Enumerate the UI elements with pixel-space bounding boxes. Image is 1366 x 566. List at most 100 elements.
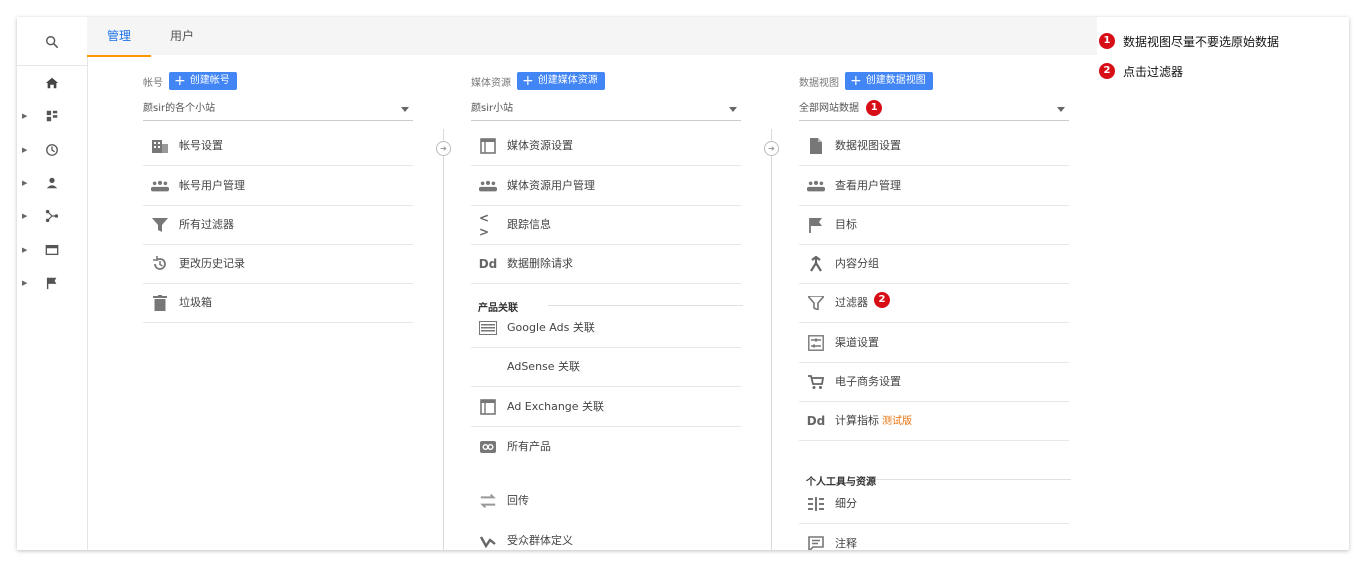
menu-item-content-grouping[interactable]: 内容分组 bbox=[799, 244, 1069, 284]
link-icon bbox=[479, 439, 497, 455]
share-icon[interactable]: ▶ bbox=[17, 202, 87, 230]
comment-icon bbox=[807, 536, 825, 550]
menu-item-channel-settings[interactable]: 渠道设置 bbox=[799, 323, 1069, 363]
menu-item-label: 媒体资源用户管理 bbox=[507, 179, 595, 192]
menu-item-label: 数据删除请求 bbox=[507, 257, 573, 270]
channel-icon bbox=[807, 335, 825, 351]
view-selector[interactable]: 全部网站数据 1 bbox=[799, 98, 1069, 121]
document-icon bbox=[807, 138, 825, 154]
flag-icon[interactable]: ▶ bbox=[17, 269, 87, 297]
note-text: 点击过滤器 bbox=[1123, 64, 1184, 79]
ads-icon bbox=[479, 320, 497, 336]
note-1: 1 数据视图尽量不要选原始数据 bbox=[1099, 26, 1279, 56]
menu-item-adsense-link[interactable]: AdSense 关联 bbox=[471, 347, 741, 387]
menu-item-calculated-metrics[interactable]: Dd 计算指标 测试版 bbox=[799, 401, 1069, 441]
property-header-label: 媒体资源 bbox=[471, 77, 511, 89]
audience-icon bbox=[479, 533, 497, 549]
calculated-metrics-label: 计算指标 bbox=[835, 414, 879, 427]
users-icon bbox=[151, 178, 169, 194]
menu-item-label: 所有过滤器 bbox=[179, 218, 234, 231]
dd-icon: Dd bbox=[478, 257, 498, 271]
menu-item-annotations[interactable]: 注释 bbox=[799, 524, 1069, 550]
menu-item-label: 回传 bbox=[507, 494, 529, 507]
create-account-button[interactable]: + 创建帐号 bbox=[169, 72, 237, 90]
menu-item-view-users[interactable]: 查看用户管理 bbox=[799, 166, 1069, 206]
menu-item-account-settings[interactable]: 帐号设置 bbox=[143, 126, 413, 166]
account-selector[interactable]: 颜sir的各个小站 bbox=[143, 98, 413, 121]
menu-item-segments[interactable]: 细分 bbox=[799, 484, 1069, 524]
view-header: 数据视图 + 创建数据视图 bbox=[799, 72, 933, 90]
menu-item-label: 内容分组 bbox=[835, 257, 879, 270]
menu-item-data-deletion[interactable]: Dd 数据删除请求 bbox=[471, 244, 741, 284]
cart-icon bbox=[807, 374, 825, 390]
menu-item-postback[interactable]: 回传 bbox=[471, 481, 741, 520]
property-selected: 颜sir小站 bbox=[471, 103, 514, 114]
property-column: 媒体资源 + 创建媒体资源 颜sir小站 媒体资源设置 媒体资源用户管理 < > … bbox=[471, 55, 743, 550]
create-account-label: 创建帐号 bbox=[189, 75, 230, 86]
menu-item-label: 目标 bbox=[835, 218, 857, 231]
plus-icon: + bbox=[174, 73, 186, 89]
segment-icon bbox=[807, 496, 825, 512]
dashboard-icon[interactable]: ▶ bbox=[17, 102, 87, 130]
menu-item-filters[interactable]: 过滤器 2 bbox=[799, 283, 1069, 323]
menu-item-label: 计算指标 测试版 bbox=[835, 401, 912, 441]
menu-item-change-history[interactable]: 更改历史记录 bbox=[143, 244, 413, 284]
menu-item-account-users[interactable]: 帐号用户管理 bbox=[143, 166, 413, 206]
property-header: 媒体资源 + 创建媒体资源 bbox=[471, 72, 605, 90]
menu-item-label: 帐号用户管理 bbox=[179, 179, 245, 192]
clock-icon[interactable]: ▶ bbox=[17, 136, 87, 164]
arrow-right-icon: ➜ bbox=[436, 141, 451, 156]
account-header: 帐号 + 创建帐号 bbox=[143, 72, 237, 90]
menu-item-tracking-info[interactable]: < > 跟踪信息 bbox=[471, 205, 741, 245]
menu-item-label: 查看用户管理 bbox=[835, 179, 901, 192]
menu-item-property-users[interactable]: 媒体资源用户管理 bbox=[471, 166, 741, 206]
menu-item-all-products[interactable]: 所有产品 bbox=[471, 427, 741, 466]
annotation-badge-2: 2 bbox=[874, 292, 890, 308]
create-view-button[interactable]: + 创建数据视图 bbox=[845, 72, 933, 90]
menu-item-label: 受众群体定义 bbox=[507, 534, 573, 547]
beta-badge: 测试版 bbox=[882, 416, 912, 427]
dd-icon: Dd bbox=[806, 414, 826, 428]
search-icon[interactable] bbox=[17, 28, 87, 56]
filter-icon bbox=[807, 295, 825, 311]
menu-item-property-settings[interactable]: 媒体资源设置 bbox=[471, 126, 741, 166]
menu-item-audience-definitions[interactable]: 受众群体定义 bbox=[471, 521, 741, 550]
window-icon bbox=[479, 399, 497, 415]
menu-item-label: 更改历史记录 bbox=[179, 257, 245, 270]
view-selected: 全部网站数据 bbox=[799, 103, 859, 114]
tab-user[interactable]: 用户 bbox=[170, 17, 194, 55]
users-icon bbox=[807, 178, 825, 194]
menu-item-label: 跟踪信息 bbox=[507, 218, 551, 231]
create-view-label: 创建数据视图 bbox=[865, 75, 926, 86]
menu-item-label: 数据视图设置 bbox=[835, 139, 901, 152]
annotation-badge-1: 1 bbox=[866, 100, 883, 116]
menu-item-all-filters[interactable]: 所有过滤器 bbox=[143, 205, 413, 245]
menu-item-goals[interactable]: 目标 bbox=[799, 205, 1069, 245]
property-selector[interactable]: 颜sir小站 bbox=[471, 98, 741, 121]
menu-item-ad-exchange-link[interactable]: Ad Exchange 关联 bbox=[471, 387, 741, 427]
flag-icon bbox=[807, 217, 825, 233]
tab-admin[interactable]: 管理 bbox=[87, 17, 151, 57]
note-2: 2 点击过滤器 bbox=[1099, 56, 1279, 86]
filter-icon bbox=[151, 217, 169, 233]
note-badge: 1 bbox=[1099, 33, 1115, 49]
menu-item-ecommerce-settings[interactable]: 电子商务设置 bbox=[799, 362, 1069, 402]
home-icon[interactable] bbox=[17, 69, 87, 97]
plus-icon: + bbox=[522, 73, 534, 89]
chevron-down-icon bbox=[1057, 107, 1065, 112]
postback-icon bbox=[479, 493, 497, 509]
menu-item-label: 细分 bbox=[835, 497, 857, 510]
menu-item-label: 所有产品 bbox=[507, 440, 551, 453]
menu-item-view-settings[interactable]: 数据视图设置 bbox=[799, 126, 1069, 166]
person-icon[interactable]: ▶ bbox=[17, 169, 87, 197]
menu-item-google-ads-link[interactable]: Google Ads 关联 bbox=[471, 308, 741, 348]
window-icon bbox=[479, 138, 497, 154]
annotation-notes: 1 数据视图尽量不要选原始数据 2 点击过滤器 bbox=[1099, 26, 1279, 86]
menu-item-trash[interactable]: 垃圾箱 bbox=[143, 283, 413, 323]
rail-divider bbox=[17, 65, 87, 66]
card-icon[interactable]: ▶ bbox=[17, 236, 87, 264]
create-property-button[interactable]: + 创建媒体资源 bbox=[517, 72, 605, 90]
create-property-label: 创建媒体资源 bbox=[537, 75, 598, 86]
column-divider bbox=[771, 129, 772, 550]
column-divider bbox=[443, 129, 444, 550]
